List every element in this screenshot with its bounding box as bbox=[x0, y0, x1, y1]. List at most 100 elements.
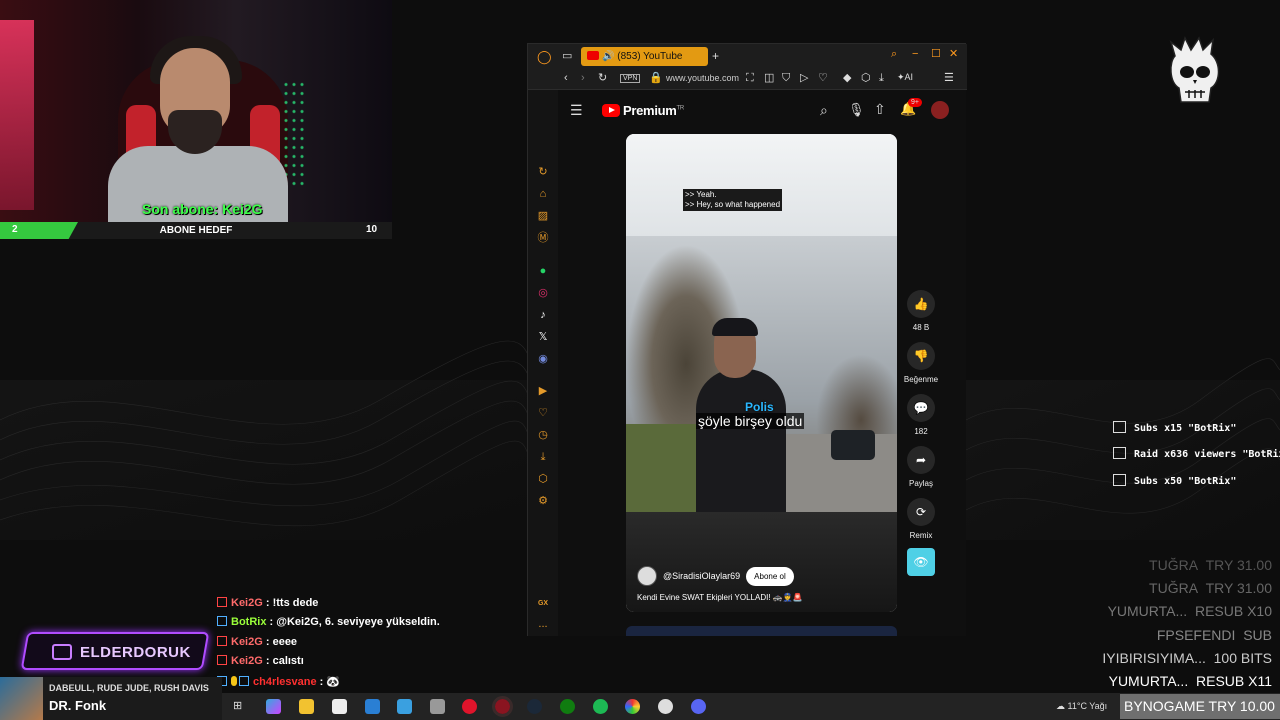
tiktok-icon[interactable]: ♪ bbox=[537, 309, 549, 321]
chat-message: ch4rlesvane : 🐼 bbox=[217, 675, 340, 688]
tab-menu-icon[interactable]: ▭ bbox=[562, 51, 572, 62]
channel-avatar[interactable] bbox=[637, 566, 657, 586]
microphone-icon[interactable]: 🎙 bbox=[848, 103, 865, 116]
like-button[interactable]: 👍 48 B bbox=[902, 290, 940, 332]
discord-icon[interactable]: ◉ bbox=[537, 353, 549, 365]
ai-button[interactable]: ✦AI bbox=[897, 73, 913, 82]
speaker-icon[interactable]: 🔊 bbox=[602, 51, 617, 62]
refresh-sidebar-icon[interactable]: ↻ bbox=[537, 166, 549, 178]
opera-logo-icon[interactable]: ◯ bbox=[537, 50, 552, 63]
back-icon[interactable]: ‹ bbox=[564, 73, 568, 84]
mail-app-icon[interactable] bbox=[365, 699, 380, 714]
gift-icon bbox=[1113, 474, 1126, 486]
raid-icon bbox=[1113, 447, 1126, 459]
extensions-icon[interactable]: ⬡ bbox=[537, 473, 549, 485]
comments-button[interactable]: 💬 182 bbox=[902, 394, 940, 436]
event-row: Subs x50 "BotRix" bbox=[1113, 474, 1236, 487]
video-title[interactable]: Kendi Evine SWAT Ekipleri YOLLADI! 🚓👮🚨 bbox=[637, 593, 803, 602]
music-title: DR. Fonk bbox=[49, 698, 107, 713]
history-icon[interactable]: ◷ bbox=[537, 429, 549, 441]
subscribe-button[interactable]: Abone ol bbox=[746, 566, 794, 586]
share-label: Paylaş bbox=[908, 479, 933, 488]
search-tabs-icon[interactable]: ⌕ bbox=[891, 49, 897, 60]
dislike-label: Beğenme bbox=[903, 375, 939, 384]
chat-user: BotRix bbox=[231, 616, 267, 628]
short-video[interactable]: >> Yeah. >> Hey, so what happened Polis ş… bbox=[626, 134, 897, 612]
weather-widget[interactable]: ☁ 11°C Yağı bbox=[1056, 701, 1107, 712]
copilot-icon[interactable] bbox=[266, 699, 281, 714]
new-tab-icon[interactable]: + bbox=[712, 50, 719, 62]
tab-title: (853) YouTube bbox=[617, 51, 683, 62]
moderator-badge-icon bbox=[217, 636, 227, 646]
chat-user: Kei2G bbox=[231, 655, 263, 667]
upload-icon[interactable]: ⇧ bbox=[874, 102, 886, 116]
speaker-label: Polis bbox=[745, 400, 774, 414]
settings-icon[interactable]: ⚙ bbox=[537, 495, 549, 507]
spotify-icon[interactable] bbox=[593, 699, 608, 714]
player-icon[interactable]: ▶ bbox=[537, 385, 549, 397]
sound-thumbnail[interactable]: 👁 bbox=[902, 548, 940, 576]
x-icon[interactable]: 𝕏 bbox=[537, 331, 549, 343]
photos-icon[interactable] bbox=[397, 699, 412, 714]
app-icon[interactable] bbox=[430, 699, 445, 714]
url-field[interactable]: www.youtube.com bbox=[666, 73, 742, 83]
mail-icon[interactable]: Ⓜ bbox=[537, 232, 549, 244]
share-button[interactable]: ➦ Paylaş bbox=[902, 446, 940, 488]
shield-icon[interactable]: ⛉ bbox=[782, 73, 790, 84]
cube-icon[interactable]: ◫ bbox=[764, 73, 774, 84]
forward-icon[interactable]: › bbox=[581, 73, 585, 84]
latest-donation: BYNOGAME TRY 10.00 bbox=[1120, 694, 1280, 719]
xbox-icon[interactable] bbox=[560, 699, 575, 714]
menu-icon[interactable]: ☰ bbox=[944, 73, 954, 84]
file-explorer-icon[interactable] bbox=[299, 699, 314, 714]
bag-icon[interactable]: ⌂ bbox=[537, 188, 549, 200]
skull-logo bbox=[1169, 36, 1220, 103]
whatsapp-icon[interactable]: ● bbox=[537, 265, 549, 277]
remix-button[interactable]: ⟳ Remix bbox=[902, 498, 940, 540]
lock-icon[interactable]: 🔒 bbox=[649, 73, 663, 84]
avatar[interactable] bbox=[931, 101, 949, 119]
closed-captions: >> Yeah. >> Hey, so what happened bbox=[683, 189, 783, 211]
youtube-premium-logo[interactable]: PremiumTR bbox=[602, 103, 684, 118]
next-short-preview[interactable] bbox=[626, 626, 897, 636]
download-icon[interactable]: ⤓ bbox=[879, 73, 884, 84]
channel-name[interactable]: @SiradisiOlaylar69 bbox=[663, 571, 740, 581]
twitch-icon bbox=[52, 644, 72, 660]
extension-icon[interactable]: ◆ bbox=[843, 73, 851, 84]
steam-icon[interactable] bbox=[527, 699, 542, 714]
favorites-icon[interactable]: ♡ bbox=[537, 407, 549, 419]
dislike-button[interactable]: 👎 Beğenme bbox=[902, 342, 940, 384]
search-icon[interactable]: ⌕ bbox=[820, 103, 828, 117]
gx-control-icon[interactable]: GX bbox=[537, 598, 549, 610]
vpn-badge[interactable]: VPN bbox=[620, 74, 641, 83]
more-icon[interactable]: ... bbox=[537, 618, 549, 630]
minimize-icon[interactable]: − bbox=[912, 49, 918, 60]
goal-label: ABONE HEDEF bbox=[159, 225, 233, 236]
sound-icon: 👁 bbox=[907, 548, 935, 576]
remix-icon: ⟳ bbox=[907, 498, 935, 526]
chrome-icon[interactable] bbox=[625, 699, 640, 714]
heart-icon[interactable]: ♡ bbox=[818, 73, 828, 84]
tab-youtube[interactable]: 🔊 (853) YouTube bbox=[581, 47, 708, 66]
close-icon[interactable]: ✕ bbox=[949, 49, 958, 60]
thumbs-up-icon: 👍 bbox=[907, 290, 935, 318]
opera-icon[interactable] bbox=[462, 699, 477, 714]
instagram-icon[interactable]: ◎ bbox=[537, 287, 549, 299]
task-view-icon[interactable]: ⊞ bbox=[233, 699, 248, 714]
puzzle-icon[interactable]: ⬡ bbox=[861, 73, 871, 84]
snapshot-icon[interactable]: ⛶ bbox=[746, 73, 754, 84]
send-icon[interactable]: ▷ bbox=[800, 73, 808, 84]
chat-text: : eeee bbox=[265, 636, 298, 648]
maximize-icon[interactable]: ☐ bbox=[931, 49, 941, 60]
downloads-icon[interactable]: ⤓ bbox=[537, 451, 549, 463]
emote-icon: 🐼 bbox=[326, 676, 341, 688]
obs-icon[interactable] bbox=[658, 699, 673, 714]
goal-target: 10 bbox=[366, 224, 378, 235]
discord-taskbar-icon[interactable] bbox=[691, 699, 706, 714]
gx-corner-icon[interactable]: ▨ bbox=[537, 210, 549, 222]
store-icon[interactable] bbox=[332, 699, 347, 714]
address-bar: ‹ › ↻ VPN 🔒 www.youtube.com ⛶ ◫ ⛉ ▷ ♡ ◆ … bbox=[528, 68, 967, 90]
opera-gx-icon[interactable] bbox=[492, 696, 513, 717]
reload-icon[interactable]: ↻ bbox=[598, 73, 607, 84]
hamburger-icon[interactable]: ☰ bbox=[570, 103, 583, 117]
